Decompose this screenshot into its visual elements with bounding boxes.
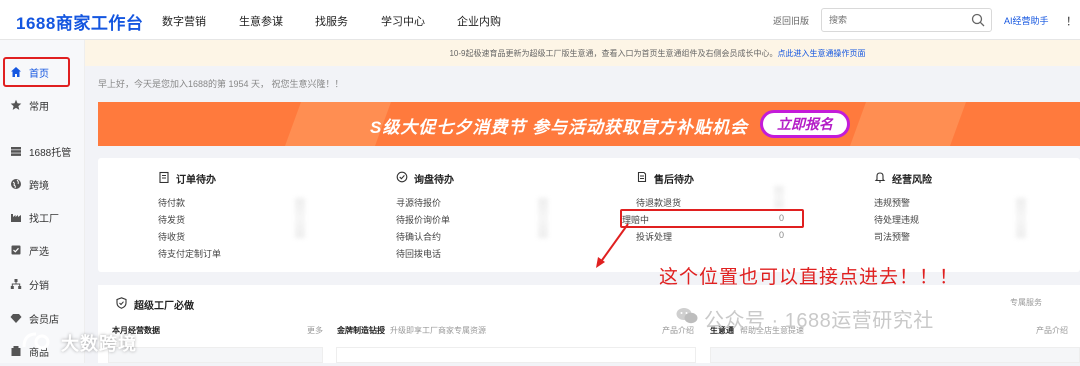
greeting-text: 早上好，今天是您加入1688的第 1954 天， 祝您生意兴隆！！ xyxy=(98,79,344,89)
top-navigation-bar: 1688商家工作台 数字营销 生意参谋 找服务 学习中心 企业内购 返回旧版 A… xyxy=(0,0,1080,40)
banner-title: S级大促七夕消费节 参与活动获取官方补贴机会 xyxy=(370,118,749,137)
document-icon xyxy=(636,171,648,186)
sidebar-item-selected[interactable]: 严选 xyxy=(0,235,85,265)
bell-icon xyxy=(874,171,886,186)
sidebar-item-label: 分销 xyxy=(29,280,49,292)
todo-item-pending-violation[interactable]: 待处理违规 xyxy=(874,213,919,226)
blurred-value xyxy=(1016,198,1026,238)
sidebar: 首页 常用 1688托管 跨境 找工厂 严选 分销 会员店 商品 xyxy=(0,40,85,363)
wechat-icon xyxy=(676,307,698,331)
sidebar-item-distribution[interactable]: 分销 xyxy=(0,269,85,299)
risk-column: 经营风险 xyxy=(874,170,1080,186)
gold-manufacturer-panel xyxy=(336,347,696,363)
brand-logo[interactable]: 1688商家工作台 xyxy=(16,9,143,34)
ai-assistant-link[interactable]: AI经营助手 xyxy=(1004,14,1049,27)
inquiry-todo-column: 询盘待办 xyxy=(396,170,626,186)
notice-bar: 10-9起极速育品更新为超级工厂版生意通，查看入口为首页生意通组件及右侧会员成长… xyxy=(85,40,1080,66)
monthly-data-panel xyxy=(108,347,323,363)
annotation-arrow-icon xyxy=(596,223,629,268)
search-box[interactable] xyxy=(821,8,992,32)
sidebar-item-label: 1688托管 xyxy=(29,147,72,159)
more-link[interactable]: 更多 xyxy=(307,325,323,336)
todo-item-custom-order[interactable]: 待支付定制订单 xyxy=(158,247,221,260)
risk-title: 经营风险 xyxy=(874,170,1080,186)
todo-item-callback[interactable]: 待回拨电话 xyxy=(396,247,441,260)
blurred-value xyxy=(774,186,784,208)
todo-item-pending-receipt[interactable]: 待收货 xyxy=(158,230,185,243)
factory-icon xyxy=(10,211,22,223)
sidebar-item-hosting[interactable]: 1688托管 xyxy=(0,136,85,166)
inquiry-todo-title: 询盘待办 xyxy=(396,170,626,186)
aftersales-todo-title: 售后待办 xyxy=(636,170,866,186)
search-input[interactable] xyxy=(822,9,962,31)
sidebar-item-label: 跨境 xyxy=(29,180,49,192)
banner-decoration xyxy=(849,102,967,146)
todo-item-judicial-warning[interactable]: 司法预警 xyxy=(874,230,910,243)
todo-item-violation-warning[interactable]: 违规预警 xyxy=(874,196,910,209)
network-icon xyxy=(10,278,22,290)
todo-item-complaint[interactable]: 投诉处理 xyxy=(636,230,672,243)
star-icon xyxy=(10,99,22,111)
todo-item-inquiry-quote[interactable]: 待报价询价单 xyxy=(396,213,450,226)
sidebar-item-label: 常用 xyxy=(29,101,49,113)
logo-watermark: 大数跨境 xyxy=(22,330,137,356)
sidebar-item-crossborder[interactable]: 跨境 xyxy=(0,169,85,199)
product-intro-link-2[interactable]: 产品介绍 xyxy=(1036,325,1068,336)
sidebar-item-find-factory[interactable]: 找工厂 xyxy=(0,202,85,232)
order-todo-title: 订单待办 xyxy=(158,170,388,186)
complaint-count: 0 xyxy=(779,230,785,240)
todo-item-pending-payment[interactable]: 待付款 xyxy=(158,196,185,209)
wechat-watermark: 公众号 · 1688运营研究社 xyxy=(676,304,934,333)
section-title: 超级工厂必做 xyxy=(116,297,194,312)
search-icon[interactable] xyxy=(971,13,985,32)
exclusive-service-link[interactable]: 专属服务 xyxy=(1010,297,1042,308)
biz-pass-panel xyxy=(710,347,1080,363)
blurred-value xyxy=(295,198,305,238)
shield-icon xyxy=(116,297,127,312)
stack-icon xyxy=(10,145,22,157)
promo-banner[interactable]: S级大促七夕消费节 参与活动获取官方补贴机会 立即报名 xyxy=(98,102,1080,146)
back-to-old-version-link[interactable]: 返回旧版 xyxy=(773,14,809,27)
banner-register-button[interactable]: 立即报名 xyxy=(760,110,850,138)
gold-manufacturer-desc: 升级即享工厂商家专属资源 xyxy=(390,326,486,335)
aftersales-todo-column: 售后待办 xyxy=(636,170,866,186)
check-circle-icon xyxy=(396,171,408,186)
gem-icon xyxy=(10,312,22,324)
sidebar-item-label: 严选 xyxy=(29,246,49,258)
sidebar-item-member-store[interactable]: 会员店 xyxy=(0,303,85,333)
todo-item-sourcing-quote[interactable]: 寻源待报价 xyxy=(396,196,441,209)
nav-learning-center[interactable]: 学习中心 xyxy=(381,13,425,29)
clipboard-icon xyxy=(158,171,170,186)
sidebar-item-label: 找工厂 xyxy=(29,213,59,225)
home-highlight-box xyxy=(3,57,70,87)
notice-link[interactable]: 点此进入生意通操作页面 xyxy=(778,48,866,59)
gold-manufacturer-label[interactable]: 金牌制造钻授 xyxy=(337,325,385,336)
todo-item-pending-shipment[interactable]: 待发货 xyxy=(158,213,185,226)
logo-mark-icon xyxy=(22,331,56,356)
todo-card: 订单待办 待付款 待发货 待收货 待支付定制订单 询盘待办 寻源待报价 待报价询… xyxy=(98,158,1080,272)
blurred-value xyxy=(538,198,548,238)
sidebar-item-common[interactable]: 常用 xyxy=(0,90,85,120)
nav-business-advisor[interactable]: 生意参谋 xyxy=(239,13,283,29)
sidebar-item-label: 会员店 xyxy=(29,314,59,326)
nav-find-service[interactable]: 找服务 xyxy=(315,13,348,29)
notice-text: 10-9起极速育品更新为超级工厂版生意通，查看入口为首页生意通组件及右侧会员成长… xyxy=(449,48,778,58)
order-todo-column: 订单待办 xyxy=(158,170,388,186)
badge-icon xyxy=(10,244,22,256)
nav-enterprise-purchase[interactable]: 企业内购 xyxy=(457,13,501,29)
todo-item-refund-return[interactable]: 待退款退货 xyxy=(636,196,681,209)
notice-indicator[interactable]: ！ xyxy=(1066,13,1077,29)
nav-digital-marketing[interactable]: 数字营销 xyxy=(162,13,206,29)
globe-icon xyxy=(10,178,22,190)
box-icon xyxy=(10,345,22,357)
claim-highlight-box xyxy=(620,209,804,228)
todo-item-contract-confirm[interactable]: 待确认合约 xyxy=(396,230,441,243)
